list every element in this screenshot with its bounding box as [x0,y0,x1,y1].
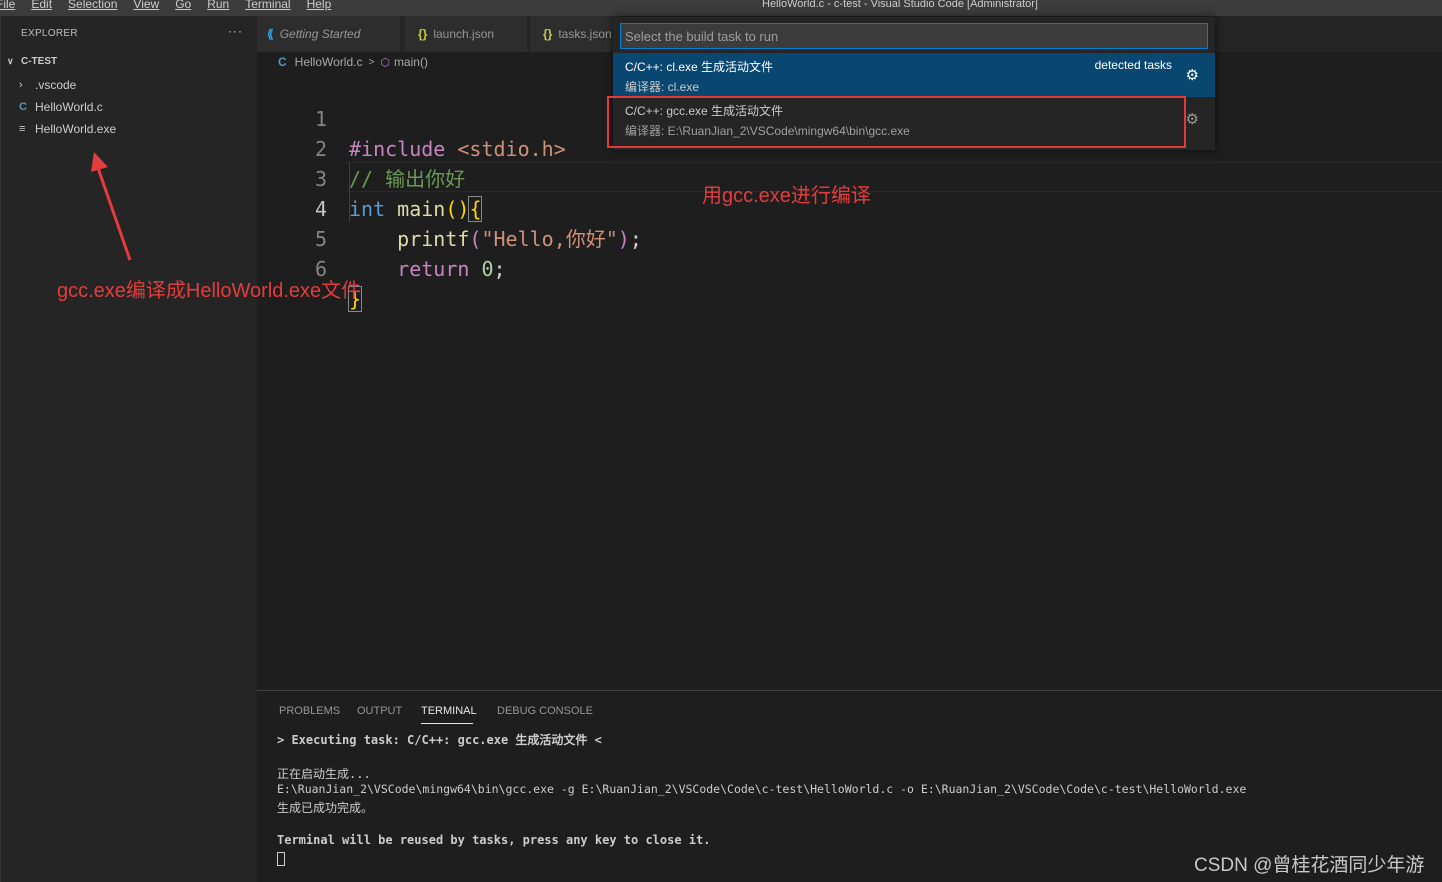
gear-icon[interactable]: ⚙ [1186,66,1199,84]
tab-label: launch.json [433,27,495,41]
gear-icon[interactable]: ⚙ [1186,110,1199,128]
tree-item-helloworld-exe[interactable]: ≡ HelloWorld.exe [19,119,116,139]
menu-terminal[interactable]: Terminal [245,0,290,12]
tree-item-label: HelloWorld.c [35,100,103,114]
workspace-root[interactable]: ∨ C-TEST [7,56,57,67]
tab-launch-json[interactable]: {} launch.json [405,16,528,52]
watermark: CSDN @曾桂花酒同少年游 [1194,855,1425,876]
code-line-6[interactable]: 6 } [257,224,1442,312]
annotation-explorer-note: gcc.exe编译成HelloWorld.exe文件 [57,280,362,302]
annotation-arrow [91,152,132,261]
explorer-sidebar: EXPLORER ··· ∨ C-TEST › .vscode C HelloW… [0,16,257,882]
terminal-cursor[interactable] [277,852,285,866]
menu-help[interactable]: Help [307,0,332,12]
terminal-line: 生成已成功完成。 [277,801,374,815]
chevron-right-icon: › [19,79,23,91]
json-icon: {} [543,27,553,41]
breadcrumb: C HelloWorld.c > ⬡ main() [278,55,428,69]
active-tab-indicator [421,723,473,724]
tree-item-helloworld-c[interactable]: C HelloWorld.c [19,97,103,117]
menu-run[interactable]: Run [207,0,229,12]
symbol-method-icon: ⬡ [380,56,390,69]
tab-output[interactable]: OUTPUT [357,705,402,717]
menu-file[interactable]: File [0,0,15,12]
terminal-line: Terminal will be reused by tasks, press … [277,833,711,847]
highlight-box [607,96,1186,148]
breadcrumb-symbol[interactable]: main() [394,55,428,69]
quick-pick-item-cl[interactable]: C/C++: cl.exe 生成活动文件 编译器: cl.exe detecte… [613,53,1215,97]
breadcrumb-file[interactable]: HelloWorld.c [295,55,363,69]
tree-item-label: HelloWorld.exe [35,122,117,136]
tab-label: tasks.json [558,27,612,41]
tab-tasks-json[interactable]: {} tasks.json [530,16,620,52]
terminal-line: > Executing task: C/C++: gcc.exe 生成活动文件 … [277,733,602,747]
tab-getting-started[interactable]: ⟪ Getting Started [257,16,401,52]
menu-selection[interactable]: Selection [68,0,117,12]
code-editor[interactable]: 1 #include <stdio.h> 2 // 输出你好 3 int mai… [257,72,1442,690]
menu-edit[interactable]: Edit [31,0,52,12]
title-bar: File Edit Selection View Go Run Terminal… [0,0,1442,16]
number-literal: 0 [481,257,494,281]
quick-pick-input[interactable] [620,23,1208,49]
terminal-line: 正在启动生成... [277,767,371,781]
json-icon: {} [418,27,428,41]
tab-terminal[interactable]: TERMINAL [421,705,477,717]
terminal-line: E:\RuanJian_2\VSCode\mingw64\bin\gcc.exe… [277,782,1247,796]
chevron-down-icon: ∨ [7,56,14,66]
explorer-header: EXPLORER [21,28,78,39]
chevron-right-icon: > [368,56,375,68]
menu-view[interactable]: View [133,0,159,12]
quick-pick-item-desc: 编译器: cl.exe [625,80,700,94]
detected-tasks-label: detected tasks [1094,58,1172,72]
workspace-root-label: C-TEST [21,56,58,67]
tab-label: Getting Started [279,27,361,41]
tree-item-label: .vscode [35,78,77,92]
quick-pick-item-title: C/C++: cl.exe 生成活动文件 [625,60,774,74]
tree-item-vscode[interactable]: › .vscode [19,75,76,95]
c-file-icon: C [19,101,27,113]
more-actions-icon[interactable]: ··· [228,24,243,38]
annotation-gcc-note: 用gcc.exe进行编译 [702,185,871,207]
menu-bar: File Edit Selection View Go Run Terminal… [0,0,347,12]
return-keyword: return [397,257,470,281]
c-file-icon: C [278,55,287,69]
semicolon: ; [493,257,506,281]
tab-problems[interactable]: PROBLEMS [279,705,340,717]
menu-go[interactable]: Go [175,0,191,12]
exe-file-icon: ≡ [19,123,26,135]
window-title: HelloWorld.c - c-test - Visual Studio Co… [762,0,1038,10]
tab-debug-console[interactable]: DEBUG CONSOLE [497,705,593,717]
vscode-icon: ⟪ [267,27,274,41]
